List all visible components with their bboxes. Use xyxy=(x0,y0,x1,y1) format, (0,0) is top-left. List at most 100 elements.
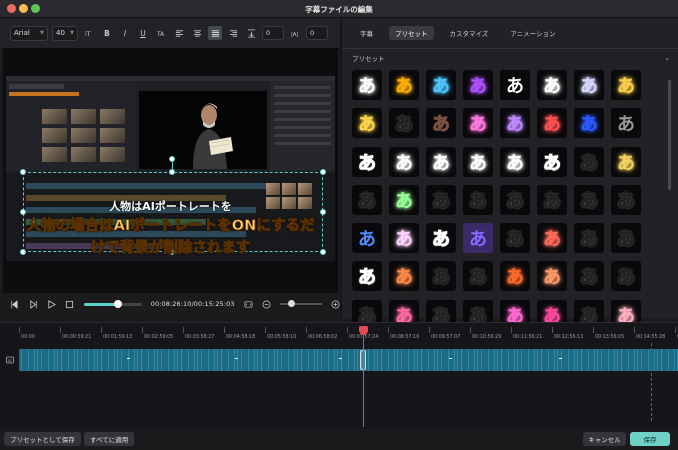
italic-button[interactable]: I xyxy=(118,26,132,40)
preset-tile[interactable]: あ xyxy=(389,70,419,100)
preset-glyph: あ xyxy=(358,229,376,251)
preset-tile[interactable]: あ xyxy=(352,223,382,254)
preset-tile[interactable]: あ xyxy=(537,146,567,177)
preset-tile[interactable]: あ xyxy=(611,184,641,215)
preset-tile[interactable]: あ xyxy=(352,70,382,100)
preset-tile[interactable]: あ xyxy=(611,223,641,254)
preset-tile[interactable]: あ xyxy=(389,223,419,254)
preset-tile[interactable]: あ xyxy=(389,261,419,292)
preset-scrollbar[interactable] xyxy=(668,80,671,190)
preset-tile[interactable]: あ xyxy=(500,70,530,100)
playback-progress-slider[interactable] xyxy=(83,299,142,308)
clip-segment-divider xyxy=(161,349,162,371)
font-family-select[interactable]: Arial ▼ xyxy=(10,25,48,41)
preset-tile[interactable]: あ xyxy=(352,146,382,177)
resize-handle-tl[interactable] xyxy=(20,169,26,175)
preset-tile[interactable]: あ xyxy=(574,70,604,100)
resize-handle-t[interactable] xyxy=(169,169,175,175)
preset-tile[interactable]: あ xyxy=(463,223,493,254)
stop-icon[interactable] xyxy=(65,299,74,309)
timeline-ruler[interactable]: 00:00 00:00:59:21 00:01:59:13 00:02:59:05 00… xyxy=(0,323,678,343)
preset-tile[interactable]: あ xyxy=(389,146,419,177)
preset-tile[interactable]: あ xyxy=(574,184,604,215)
underline-button[interactable]: U xyxy=(136,26,150,40)
preset-tile[interactable]: あ xyxy=(537,70,567,100)
progress-knob[interactable] xyxy=(113,299,122,308)
align-center-icon[interactable] xyxy=(190,26,204,40)
preset-tile[interactable]: あ xyxy=(426,261,456,292)
preset-tile[interactable]: あ xyxy=(500,108,530,139)
line-height-icon[interactable]: |A| xyxy=(288,26,302,40)
letter-spacing-input[interactable]: 0 xyxy=(262,26,284,40)
zoom-slider[interactable] xyxy=(280,300,322,307)
preset-tile[interactable]: あ xyxy=(352,184,382,215)
preset-tile[interactable]: あ xyxy=(537,261,567,292)
preset-tile[interactable]: あ xyxy=(463,261,493,292)
preset-section-header[interactable]: プリセット ⌄ xyxy=(352,52,670,64)
align-left-icon[interactable] xyxy=(172,26,186,40)
zoom-out-icon[interactable] xyxy=(262,299,271,309)
preset-tile[interactable]: あ xyxy=(463,184,493,215)
font-size-select[interactable]: 40 ▼ xyxy=(52,25,78,41)
subtitle-clip-track[interactable] xyxy=(19,349,678,371)
preset-tile[interactable]: あ xyxy=(574,261,604,292)
preset-tile[interactable]: あ xyxy=(500,184,530,215)
previous-frame-icon[interactable] xyxy=(10,299,19,309)
preset-tile[interactable]: あ xyxy=(426,184,456,215)
preset-tile[interactable]: あ xyxy=(389,184,419,215)
preset-tile[interactable]: あ xyxy=(537,184,567,215)
text-case-icon[interactable]: TA xyxy=(154,26,168,40)
playhead-handle[interactable] xyxy=(359,326,368,335)
align-right-icon[interactable] xyxy=(226,26,240,40)
progress-fill xyxy=(83,302,118,306)
preset-tile[interactable]: あ xyxy=(537,108,567,139)
preset-tile[interactable]: あ xyxy=(574,223,604,254)
preset-tile[interactable]: あ xyxy=(500,261,530,292)
video-preview[interactable]: 人物はAIポートレートを 人物の場合はAIポートレートをONにするだ けで背景が… xyxy=(3,48,338,293)
cancel-button[interactable]: キャンセル xyxy=(583,432,626,446)
tab-preset[interactable]: プリセット xyxy=(389,26,434,40)
preset-tile[interactable]: あ xyxy=(426,70,456,100)
clip-segment-divider xyxy=(221,349,222,371)
tab-animation[interactable]: アニメーション xyxy=(504,26,561,40)
save-as-preset-button[interactable]: プリセットとして保存 xyxy=(4,432,81,446)
preset-tile[interactable]: あ xyxy=(611,261,641,292)
preset-tile[interactable]: あ xyxy=(611,146,641,177)
preset-tile[interactable]: あ xyxy=(352,108,382,139)
preset-tile[interactable]: あ xyxy=(463,70,493,100)
preset-tile[interactable]: あ xyxy=(500,223,530,254)
next-frame-icon[interactable] xyxy=(28,299,37,309)
tab-subtitle[interactable]: 字幕 xyxy=(354,26,379,40)
preset-tile[interactable]: あ xyxy=(426,146,456,177)
line-height-input[interactable]: 0 xyxy=(306,26,328,40)
preset-tile[interactable]: あ xyxy=(463,108,493,139)
preset-tile[interactable]: あ xyxy=(352,261,382,292)
preset-tile[interactable]: あ xyxy=(500,146,530,177)
preset-tile[interactable]: あ xyxy=(426,108,456,139)
preset-tile[interactable]: あ xyxy=(574,146,604,177)
preset-tile[interactable]: あ xyxy=(537,223,567,254)
preset-tile[interactable]: あ xyxy=(611,70,641,100)
align-justify-icon[interactable] xyxy=(208,26,222,40)
clip-segment-divider xyxy=(141,349,142,371)
zoom-knob[interactable] xyxy=(288,300,296,307)
zoom-in-icon[interactable] xyxy=(331,299,340,309)
preset-tile[interactable]: あ xyxy=(574,108,604,139)
tab-customize[interactable]: カスタマイズ xyxy=(444,26,495,40)
rotate-handle[interactable] xyxy=(169,156,175,162)
vertical-align-icon[interactable] xyxy=(244,26,258,40)
bold-button[interactable]: B xyxy=(100,26,114,40)
preset-tile[interactable]: あ xyxy=(389,108,419,139)
preset-tile[interactable]: あ xyxy=(611,108,641,139)
ruler-label: 00:06:58:02 xyxy=(308,335,338,340)
preset-tile[interactable]: あ xyxy=(463,146,493,177)
preset-glyph: あ xyxy=(617,190,636,212)
apply-all-button[interactable]: すべてに適用 xyxy=(84,432,135,446)
play-icon[interactable] xyxy=(47,299,56,309)
snapshot-icon[interactable] xyxy=(244,299,253,309)
resize-handle-tr[interactable] xyxy=(320,169,326,175)
save-button[interactable]: 保存 xyxy=(630,432,670,446)
preset-tile[interactable]: あ xyxy=(426,223,456,254)
preset-glyph: あ xyxy=(469,190,488,212)
font-size-toggle-icon[interactable]: iT xyxy=(82,26,96,40)
